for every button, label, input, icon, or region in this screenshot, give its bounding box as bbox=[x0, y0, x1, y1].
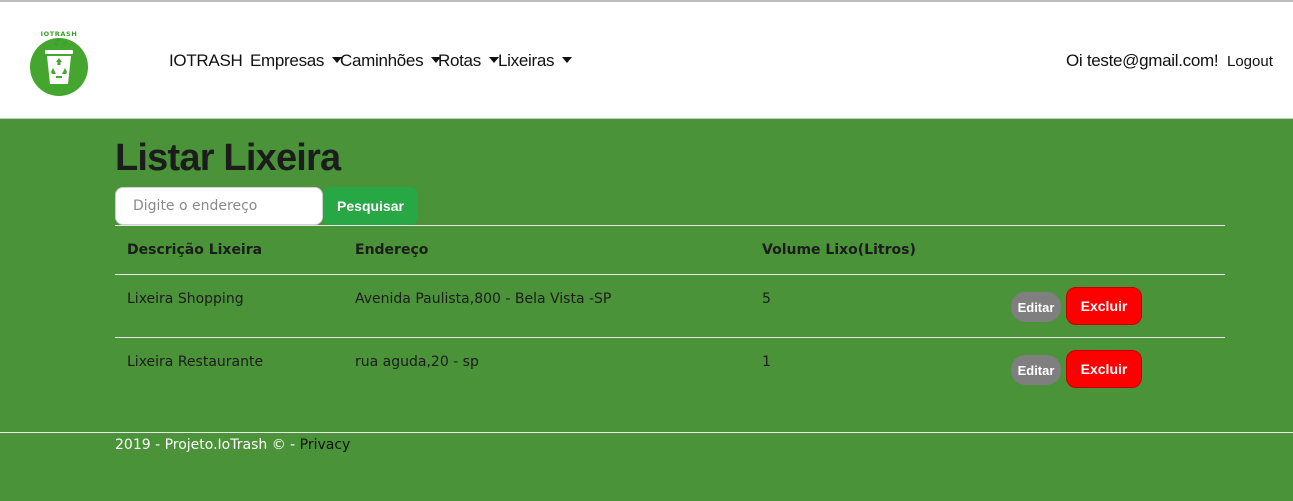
menu-empresas-label: Empresas bbox=[250, 51, 325, 70]
logout-link[interactable]: Logout bbox=[1227, 53, 1273, 70]
row-2-descricao: Lixeira Restaurante bbox=[127, 354, 264, 370]
brand-link[interactable]: IOTRASH bbox=[169, 51, 243, 71]
footer: 2019 - Projeto.IoTrash © - Privacy bbox=[115, 437, 350, 453]
footer-copyright: 2019 - Projeto.IoTrash © - bbox=[115, 437, 300, 453]
row-1-endereco: Avenida Paulista,800 - Bela Vista -SP bbox=[355, 291, 612, 307]
header-descricao: Descrição Lixeira bbox=[127, 242, 263, 258]
menu-empresas[interactable]: Empresas bbox=[250, 51, 343, 71]
table-divider bbox=[115, 225, 1225, 226]
row-2-endereco: rua aguda,20 - sp bbox=[355, 354, 479, 370]
menu-caminhoes[interactable]: Caminhões bbox=[340, 51, 442, 71]
user-greeting: Oi teste@gmail.com! bbox=[1066, 51, 1219, 70]
logo-text: IOTRASH bbox=[41, 30, 78, 38]
row-1-volume: 5 bbox=[762, 291, 771, 307]
table-divider bbox=[115, 274, 1225, 275]
menu-rotas-label: Rotas bbox=[438, 51, 481, 70]
header-endereco: Endereço bbox=[355, 242, 429, 258]
header-volume: Volume Lixo(Litros) bbox=[762, 242, 916, 258]
search-address-input[interactable] bbox=[115, 187, 323, 225]
iotrash-logo-icon[interactable]: IOTRASH bbox=[23, 29, 95, 97]
row-2-volume: 1 bbox=[762, 354, 771, 370]
page-title: Listar Lixeira bbox=[115, 137, 341, 179]
row-2-delete-button[interactable]: Excluir bbox=[1066, 350, 1142, 388]
row-1-delete-button[interactable]: Excluir bbox=[1066, 287, 1142, 325]
caret-down-icon bbox=[562, 57, 573, 64]
navbar: IOTRASH IOTRASH Empresas Caminhões Rotas… bbox=[0, 2, 1293, 119]
menu-caminhoes-label: Caminhões bbox=[340, 51, 424, 70]
menu-lixeiras[interactable]: Lixeiras bbox=[498, 51, 573, 71]
menu-lixeiras-label: Lixeiras bbox=[498, 51, 555, 70]
footer-divider bbox=[0, 432, 1293, 433]
privacy-link[interactable]: Privacy bbox=[300, 437, 351, 453]
menu-rotas[interactable]: Rotas bbox=[438, 51, 499, 71]
row-1-edit-button[interactable]: Editar bbox=[1011, 292, 1061, 322]
row-2-edit-button[interactable]: Editar bbox=[1011, 355, 1061, 385]
search-button[interactable]: Pesquisar bbox=[323, 187, 418, 225]
table-divider bbox=[115, 337, 1225, 338]
row-1-descricao: Lixeira Shopping bbox=[127, 291, 244, 307]
